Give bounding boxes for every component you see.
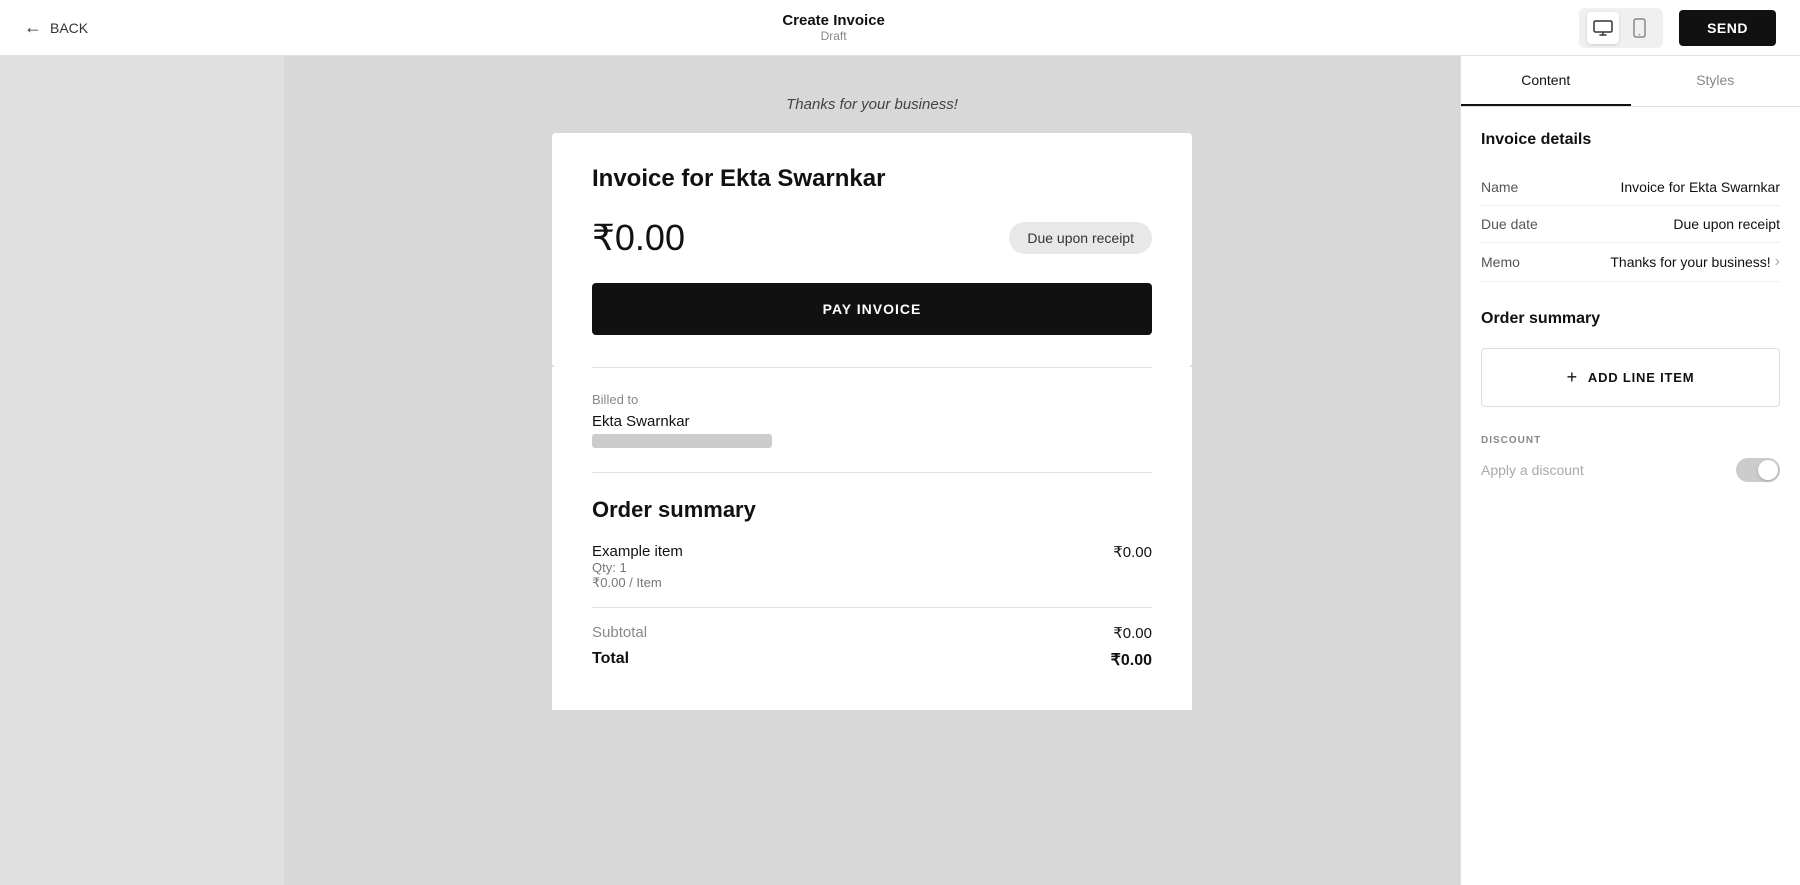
invoice-body: Billed to Ekta Swarnkar Order summary Ex… xyxy=(552,367,1192,710)
main-layout: Thanks for your business! Invoice for Ek… xyxy=(0,56,1800,885)
left-panel xyxy=(0,56,284,885)
back-label: BACK xyxy=(50,20,88,36)
due-date-label: Due date xyxy=(1481,216,1538,232)
item-total: ₹0.00 xyxy=(1113,543,1152,561)
summary-divider xyxy=(592,607,1152,608)
right-tabs: Content Styles xyxy=(1461,56,1800,107)
memo-label: Memo xyxy=(1481,254,1520,270)
line-item: Example item Qty: 1 ₹0.00 / Item ₹0.00 xyxy=(592,543,1152,591)
billed-to-label: Billed to xyxy=(592,392,1152,407)
add-line-item-button[interactable]: + ADD LINE ITEM xyxy=(1481,348,1780,407)
billed-email-blurred xyxy=(592,434,772,448)
line-item-left: Example item Qty: 1 ₹0.00 / Item xyxy=(592,543,683,591)
subtotal-value: ₹0.00 xyxy=(1113,624,1152,642)
right-content: Invoice details Name Invoice for Ekta Sw… xyxy=(1461,107,1800,885)
back-arrow-icon: ← xyxy=(24,17,42,38)
mobile-view-button[interactable] xyxy=(1623,12,1655,44)
back-button[interactable]: ← BACK xyxy=(24,17,88,38)
send-button[interactable]: SEND xyxy=(1679,10,1776,46)
invoice-thanks: Thanks for your business! xyxy=(552,96,1192,113)
topbar: ← BACK Create Invoice Draft SEND xyxy=(0,0,1800,56)
memo-detail-row[interactable]: Memo Thanks for your business! › xyxy=(1481,243,1780,282)
subtotal-label: Subtotal xyxy=(592,624,647,642)
add-line-item-label: ADD LINE ITEM xyxy=(1588,370,1694,385)
tab-content[interactable]: Content xyxy=(1461,56,1631,106)
page-subtitle: Draft xyxy=(782,29,885,43)
invoice-preview: Thanks for your business! Invoice for Ek… xyxy=(552,96,1192,710)
due-badge: Due upon receipt xyxy=(1009,222,1152,254)
discount-section: DISCOUNT Apply a discount xyxy=(1481,435,1780,482)
pay-invoice-button[interactable]: PAY INVOICE xyxy=(592,283,1152,335)
name-detail-row: Name Invoice for Ekta Swarnkar xyxy=(1481,169,1780,206)
invoice-divider xyxy=(592,367,1152,368)
order-summary-section: Order summary + ADD LINE ITEM DISCOUNT A… xyxy=(1481,310,1780,482)
device-toggle xyxy=(1579,8,1663,48)
item-unit-price: ₹0.00 / Item xyxy=(592,575,683,591)
apply-discount-toggle[interactable] xyxy=(1736,458,1780,482)
due-date-value: Due upon receipt xyxy=(1673,216,1780,232)
discount-section-label: DISCOUNT xyxy=(1481,435,1780,446)
name-label: Name xyxy=(1481,179,1518,195)
invoice-details-heading: Invoice details xyxy=(1481,131,1780,149)
total-row: Total ₹0.00 xyxy=(592,650,1152,670)
desktop-view-button[interactable] xyxy=(1587,12,1619,44)
memo-chevron-icon: › xyxy=(1775,253,1780,271)
name-value: Invoice for Ekta Swarnkar xyxy=(1620,179,1780,195)
right-panel: Content Styles Invoice details Name Invo… xyxy=(1460,56,1800,885)
discount-row: Apply a discount xyxy=(1481,458,1780,482)
item-qty: Qty: 1 xyxy=(592,560,683,575)
invoice-amount: ₹0.00 xyxy=(592,217,685,259)
subtotal-row: Subtotal ₹0.00 xyxy=(592,624,1152,642)
invoice-title: Invoice for Ekta Swarnkar xyxy=(592,165,1152,193)
item-name: Example item xyxy=(592,543,683,560)
apply-discount-label: Apply a discount xyxy=(1481,462,1584,478)
page-title: Create Invoice xyxy=(782,12,885,29)
total-label: Total xyxy=(592,650,629,670)
plus-icon: + xyxy=(1567,367,1578,388)
preview-area: Thanks for your business! Invoice for Ek… xyxy=(284,56,1460,885)
topbar-right: SEND xyxy=(1579,8,1776,48)
memo-value: Thanks for your business! › xyxy=(1610,253,1780,271)
order-summary-title: Order summary xyxy=(592,497,1152,523)
order-summary-heading: Order summary xyxy=(1481,310,1780,328)
invoice-divider-2 xyxy=(592,472,1152,473)
billed-name: Ekta Swarnkar xyxy=(592,413,1152,430)
invoice-amount-row: ₹0.00 Due upon receipt xyxy=(592,217,1152,259)
due-date-detail-row: Due date Due upon receipt xyxy=(1481,206,1780,243)
topbar-center: Create Invoice Draft xyxy=(782,12,885,43)
invoice-card: Invoice for Ekta Swarnkar ₹0.00 Due upon… xyxy=(552,133,1192,367)
total-value: ₹0.00 xyxy=(1111,650,1152,670)
tab-styles[interactable]: Styles xyxy=(1631,56,1800,106)
